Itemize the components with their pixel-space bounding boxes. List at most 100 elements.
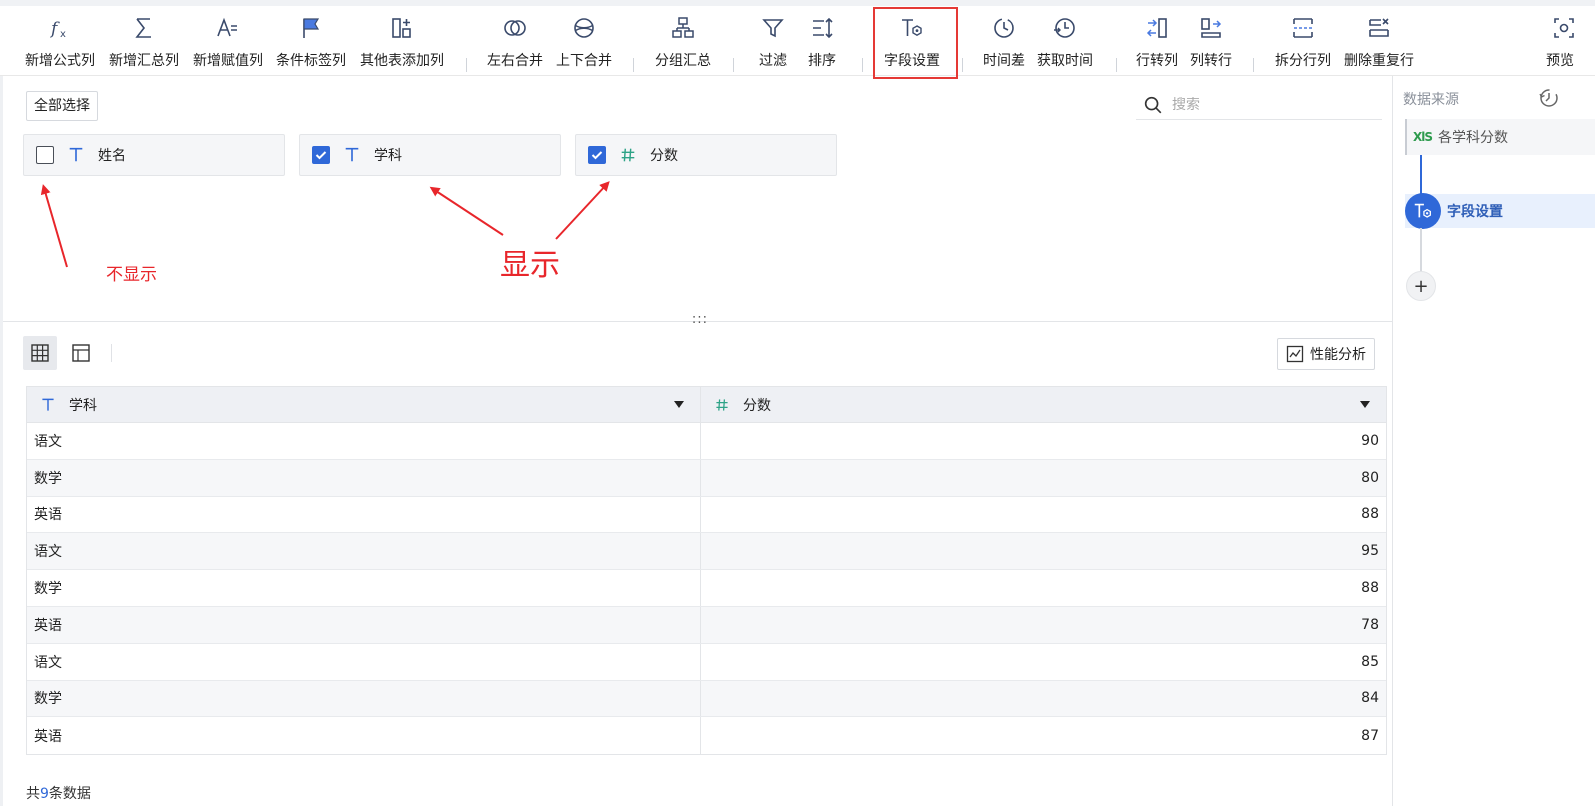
toolbar-separator [633,58,634,72]
cell-score: 80 [1361,469,1379,486]
flow-step-field-settings[interactable]: 字段设置 [1405,193,1595,229]
record-count-prefix: 共 [26,786,40,802]
resize-handle[interactable]: ::: [689,312,711,330]
layout-icon [72,344,90,362]
flow-connector [1420,228,1422,272]
arrow-shown-score [555,181,610,240]
search-icon [1144,96,1162,113]
flow-connector [1420,155,1422,195]
formula-icon: fx [46,14,74,42]
row-to-column-button[interactable]: 行转列 [1133,12,1181,76]
performance-analysis-button[interactable]: 性能分析 [1277,338,1375,370]
select-all-button[interactable]: 全部选择 [26,91,98,121]
column-to-row-icon [1197,14,1225,42]
field-card-score[interactable]: 分数 [575,134,837,176]
split-icon [1289,14,1317,42]
data-source-label: 各学科分数 [1438,130,1509,146]
flow-step-label: 字段设置 [1447,204,1503,220]
performance-analysis-label: 性能分析 [1310,347,1366,363]
sort-icon [808,14,836,42]
field-label: 分数 [650,148,678,164]
record-count: 共9条数据 [26,783,91,803]
cell-score: 84 [1361,690,1379,707]
table-row: 英语 87 [27,717,1386,755]
cell-subject: 语文 [27,423,701,459]
cell-subject: 数学 [27,459,701,496]
cell-subject: 数学 [27,570,701,606]
add-column-from-other-table-button[interactable]: 其他表添加列 [356,12,448,76]
check-icon [315,151,327,160]
arrow-hidden [40,184,68,268]
merge-vertical-icon [570,14,598,42]
search-input[interactable] [1172,96,1372,113]
column-header-subject[interactable]: 学科 [27,387,701,422]
record-count-number: 9 [40,786,49,802]
field-card-subject[interactable]: 学科 [299,134,561,176]
flag-icon [297,14,325,42]
delete-duplicate-rows-button[interactable]: 删除重复行 [1341,12,1417,76]
table-row: 语文 90 [27,423,1386,460]
sort-button[interactable]: 排序 [801,12,843,76]
add-step-button[interactable]: + [1406,271,1436,301]
data-table: 学科 分数 语文 90 数学 80 英语 88 语文 95 数学 88 英语 78 语文 85 数学 84 英语… [26,386,1387,756]
history-icon[interactable] [1538,87,1560,109]
add-assign-column-button[interactable]: 新增赋值列 [190,12,266,76]
toolbar-separator [1253,58,1254,72]
clock-arrow-icon [1051,14,1079,42]
field-card-name[interactable]: 姓名 [23,134,285,176]
get-time-button[interactable]: 获取时间 [1034,12,1096,76]
toolbar-separator [733,58,734,72]
chart-icon [1286,345,1304,363]
field-settings-icon [1405,193,1441,229]
table-row: 英语 88 [27,496,1386,534]
field-checkbox-subject[interactable] [312,146,330,164]
column-header-label: 学科 [69,397,97,414]
filter-button[interactable]: 过滤 [752,12,794,76]
toolbar-separator [962,58,963,72]
merge-left-right-button[interactable]: 左右合并 [484,12,546,76]
cell-score: 87 [1361,727,1379,744]
add-formula-column-button[interactable]: fx 新增公式列 [22,12,98,76]
arrow-shown-subject [429,186,504,236]
record-count-suffix: 条数据 [48,786,91,802]
preview-icon [1550,14,1578,42]
grid-view-button[interactable] [23,336,57,370]
split-rows-columns-button[interactable]: 拆分行列 [1272,12,1334,76]
text-type-icon [342,145,362,165]
grid-icon [31,344,49,362]
group-icon [669,14,697,42]
group-summary-button[interactable]: 分组汇总 [652,12,714,76]
column-to-row-button[interactable]: 列转行 [1187,12,1235,76]
cell-subject: 数学 [27,680,701,717]
cell-subject: 英语 [27,496,701,533]
condition-tag-column-button[interactable]: 条件标签列 [273,12,349,76]
table-row: 语文 95 [27,533,1386,571]
cell-score: 88 [1361,506,1379,523]
add-summary-column-button[interactable]: 新增汇总列 [106,12,182,76]
column-header-score[interactable]: 分数 [701,387,1386,422]
number-type-icon [618,145,638,165]
data-source-node[interactable]: XlS 各学科分数 [1405,119,1595,155]
table-body: 语文 90 数学 80 英语 88 语文 95 数学 88 英语 78 语文 85 数学 84 英语 87 [27,423,1386,755]
annotation-hidden-label: 不显示 [106,265,157,285]
table-row: 语文 85 [27,643,1386,681]
field-label: 姓名 [98,148,126,164]
field-checkbox-score[interactable] [588,146,606,164]
table-row: 数学 80 [27,459,1386,497]
table-row: 英语 78 [27,606,1386,644]
time-difference-button[interactable]: 时间差 [980,12,1028,76]
dropdown-arrow-icon[interactable] [674,401,684,408]
field-checkbox-name[interactable] [36,146,54,164]
layout-view-button[interactable] [64,336,98,370]
cell-subject: 语文 [27,533,701,570]
dedupe-icon [1365,14,1393,42]
dropdown-arrow-icon[interactable] [1360,401,1370,408]
cell-score: 90 [1361,432,1379,449]
cell-score: 85 [1361,653,1379,670]
merge-top-bottom-button[interactable]: 上下合并 [553,12,615,76]
cell-score: 95 [1361,543,1379,560]
preview-button[interactable]: 预览 [1546,12,1595,76]
text-type-icon [39,396,57,414]
cell-score: 78 [1361,616,1379,633]
field-settings-highlight-box [873,7,958,79]
